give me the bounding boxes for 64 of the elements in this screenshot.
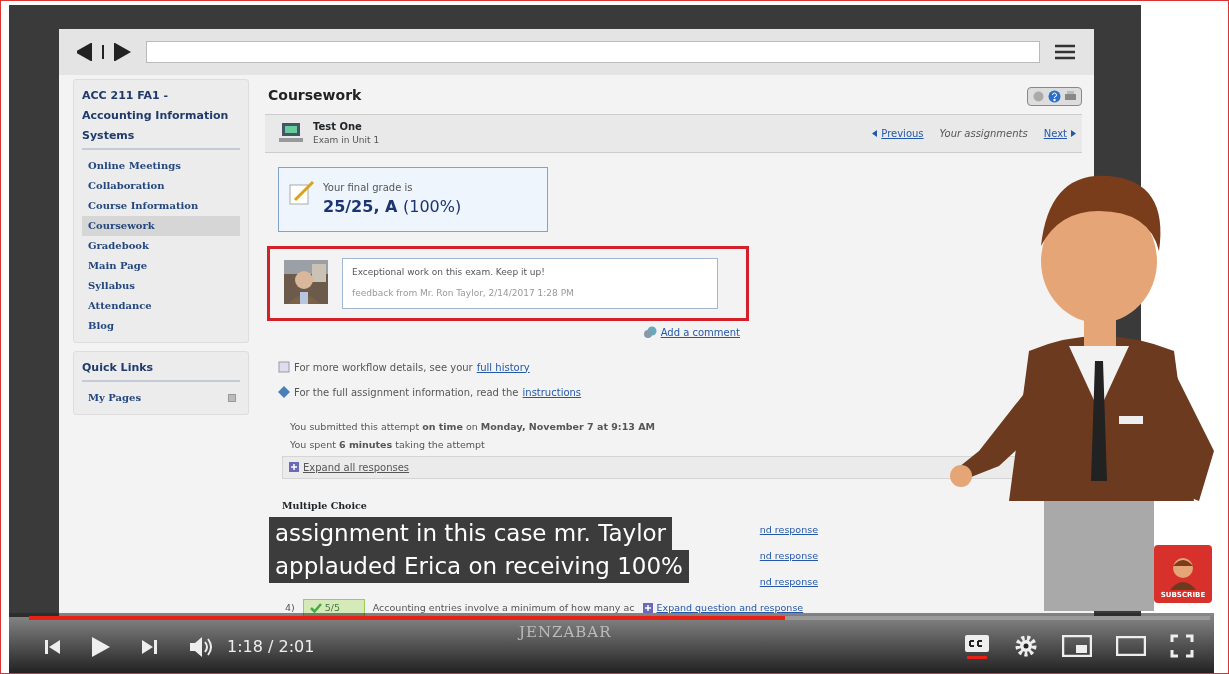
caret-right-icon — [1071, 129, 1076, 137]
captions-icon[interactable] — [964, 633, 990, 659]
volume-icon[interactable] — [189, 636, 215, 658]
miniplayer-icon[interactable] — [1062, 635, 1092, 657]
theater-mode-icon[interactable] — [1116, 636, 1146, 656]
progress-track[interactable] — [29, 616, 1210, 620]
add-comment-link[interactable]: Add a comment — [660, 324, 740, 340]
expand-question-link[interactable]: Expand question and response — [642, 600, 804, 615]
pencil-note-icon — [289, 179, 315, 206]
expand-icon — [642, 602, 653, 613]
expand-all-link[interactable]: Expand all responses — [303, 459, 410, 475]
submission-text: You submitted this attempt on time on Monday, November 7 at 9:13 AM — [290, 419, 656, 434]
question-number: 4) — [285, 600, 295, 615]
sidebar-item[interactable]: Attendance — [82, 296, 240, 316]
sidebar-item[interactable]: Syllabus — [82, 276, 240, 296]
info-link[interactable]: full history — [476, 359, 530, 375]
sidebar-item[interactable]: My Pages — [82, 388, 148, 408]
assignment-title: Test One — [313, 120, 363, 134]
final-grade: 25/25, A (100%) — [323, 195, 462, 218]
score-text: 5/5 — [324, 600, 341, 615]
assignments-link[interactable]: Your assignments — [939, 125, 1028, 141]
expand-question-link[interactable]: nd response — [759, 574, 818, 589]
question-text: Accounting entries involve a minimum of how many ac — [372, 600, 635, 615]
sidebar-item[interactable]: Blog — [82, 316, 240, 336]
print-icon[interactable] — [1064, 90, 1077, 103]
check-icon — [309, 602, 322, 613]
info-text: For the full assignment information, read the — [294, 385, 519, 400]
time-display: 1:18 / 2:01 — [227, 636, 315, 658]
sidebar-item[interactable]: Main Page — [82, 256, 240, 276]
document-icon — [278, 361, 290, 373]
sidebar-item[interactable]: Gradebook — [82, 236, 240, 256]
previous-icon[interactable] — [43, 638, 61, 656]
assignment-subtitle: Exam in Unit 1 — [313, 134, 380, 147]
help-icon[interactable] — [1048, 90, 1061, 103]
caret-left-icon — [872, 129, 878, 137]
address-field[interactable] — [146, 41, 1040, 63]
feedback-byline: feedback from Mr. Ron Taylor, 2/14/2017 1:28 PM — [352, 287, 575, 300]
play-icon[interactable] — [91, 636, 111, 658]
next-icon[interactable] — [141, 638, 159, 656]
back-forward-icon[interactable] — [77, 43, 132, 61]
info-link[interactable]: instructions — [522, 384, 582, 400]
sidebar-item[interactable]: Coursework — [82, 216, 240, 236]
expand-question-link[interactable]: nd response — [759, 548, 818, 563]
feedback-message: Exceptional work on this exam. Keep it up! — [352, 265, 546, 279]
next-link[interactable]: Next — [1043, 125, 1076, 141]
comment-icon — [642, 325, 657, 339]
quick-links-title: Quick Links — [82, 358, 240, 382]
sidebar-item[interactable]: Online Meetings — [82, 156, 240, 176]
computer-icon — [279, 122, 303, 145]
section-title: Multiple Choice — [282, 498, 368, 513]
submission-text: You spent 6 minutes taking the attempt — [290, 437, 486, 452]
avatar-icon — [1168, 555, 1198, 590]
info-icon — [278, 386, 290, 398]
fullscreen-icon[interactable] — [1170, 634, 1194, 658]
sidebar-item[interactable]: Course Information — [82, 196, 240, 216]
expand-question-link[interactable]: nd response — [759, 522, 818, 537]
page-title: Coursework — [267, 86, 362, 105]
course-title: ACC 211 FA1 - Accounting Information Systems — [82, 86, 240, 150]
previous-link[interactable]: Previous — [872, 125, 924, 141]
brand-logo: JENZABAR — [519, 622, 612, 643]
menu-icon[interactable] — [1054, 44, 1076, 60]
sidebar-item[interactable]: Collaboration — [82, 176, 240, 196]
grade-label: Your final grade is — [323, 180, 414, 195]
info-text: For more workflow details, see your — [294, 360, 473, 375]
